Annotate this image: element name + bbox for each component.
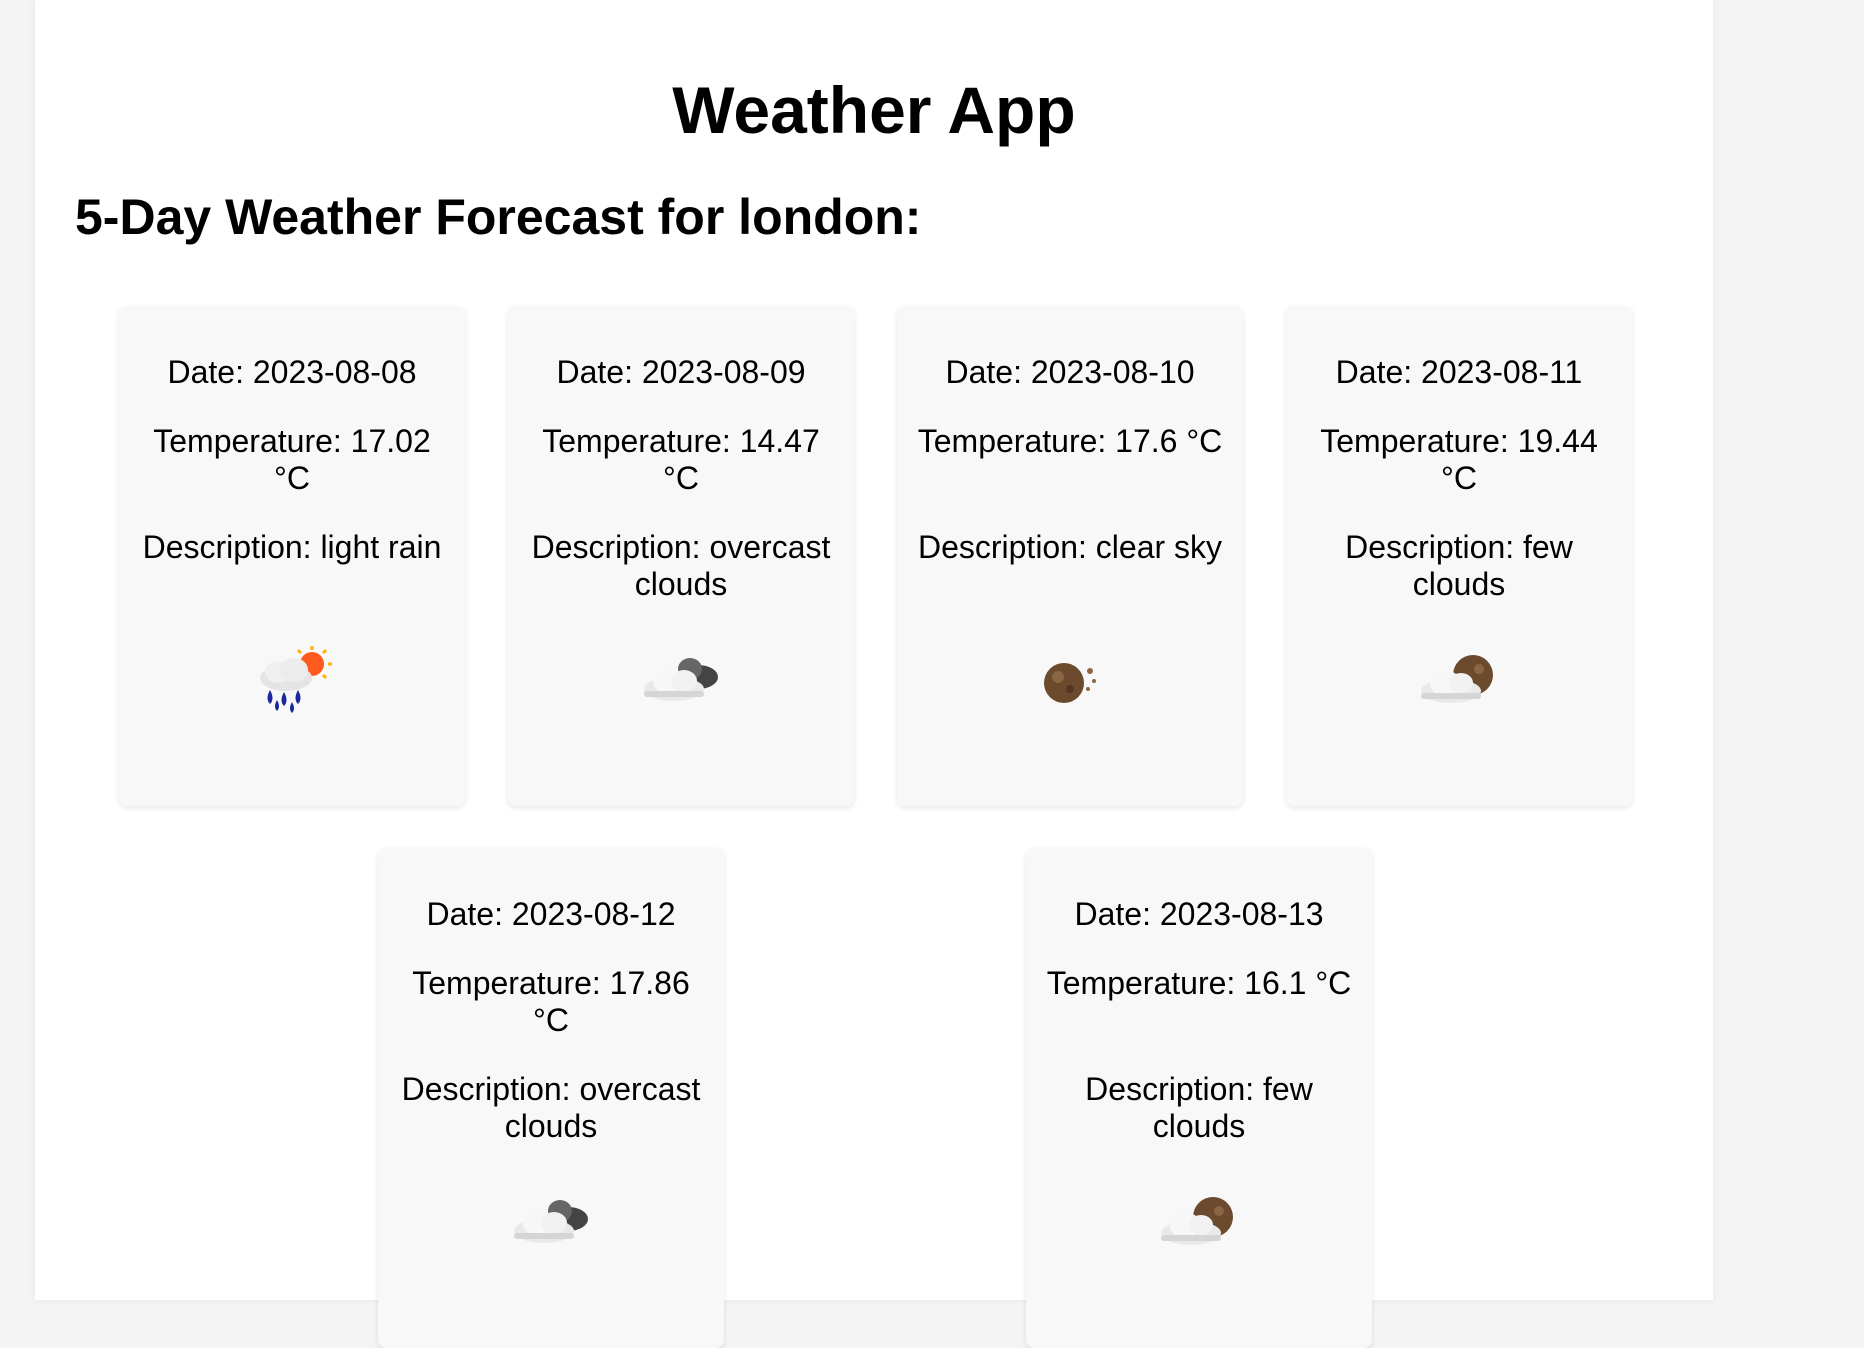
- forecast-date: Date: 2023-08-09: [556, 354, 806, 390]
- page-container: Weather App 5-Day Weather Forecast for l…: [35, 0, 1713, 1348]
- forecast-card: Date: 2023-08-13 Temperature: 16.1 °C De…: [1026, 848, 1372, 1348]
- overcast-clouds-icon: [378, 1178, 724, 1268]
- forecast-description: Description: few clouds: [1345, 529, 1573, 602]
- forecast-heading: 5-Day Weather Forecast for london:: [75, 189, 922, 245]
- light-rain-icon: [119, 636, 465, 726]
- few-clouds-night-icon: [1286, 636, 1632, 726]
- forecast-date: Date: 2023-08-08: [167, 354, 417, 390]
- few-clouds-night-icon: [1026, 1178, 1372, 1268]
- forecast-card: Date: 2023-08-08 Temperature: 17.02 °C D…: [119, 306, 465, 806]
- forecast-description: Description: overcast clouds: [401, 1071, 701, 1144]
- forecast-card: Date: 2023-08-10 Temperature: 17.6 °C De…: [897, 306, 1243, 806]
- forecast-card: Date: 2023-08-09 Temperature: 14.47 °C D…: [508, 306, 854, 806]
- forecast-date: Date: 2023-08-10: [945, 354, 1195, 390]
- forecast-temperature: Temperature: 17.02 °C: [153, 423, 431, 496]
- forecast-card: Date: 2023-08-12 Temperature: 17.86 °C D…: [378, 848, 724, 1348]
- forecast-description: Description: light rain: [142, 529, 442, 565]
- forecast-temperature: Temperature: 17.6 °C: [917, 423, 1223, 459]
- forecast-description: Description: few clouds: [1085, 1071, 1313, 1144]
- forecast-temperature: Temperature: 14.47 °C: [542, 423, 820, 496]
- forecast-date: Date: 2023-08-11: [1335, 354, 1583, 390]
- forecast-temperature: Temperature: 19.44 °C: [1320, 423, 1598, 496]
- overcast-clouds-icon: [508, 636, 854, 726]
- app-title: Weather App: [672, 73, 1076, 147]
- forecast-description: Description: clear sky: [917, 529, 1223, 565]
- forecast-temperature: Temperature: 16.1 °C: [1046, 965, 1352, 1001]
- clear-sky-night-icon: [897, 636, 1243, 726]
- forecast-description: Description: overcast clouds: [531, 529, 831, 602]
- forecast-date: Date: 2023-08-13: [1074, 896, 1324, 932]
- forecast-card: Date: 2023-08-11 Temperature: 19.44 °C D…: [1286, 306, 1632, 806]
- forecast-date: Date: 2023-08-12: [426, 896, 676, 932]
- forecast-temperature: Temperature: 17.86 °C: [412, 965, 690, 1038]
